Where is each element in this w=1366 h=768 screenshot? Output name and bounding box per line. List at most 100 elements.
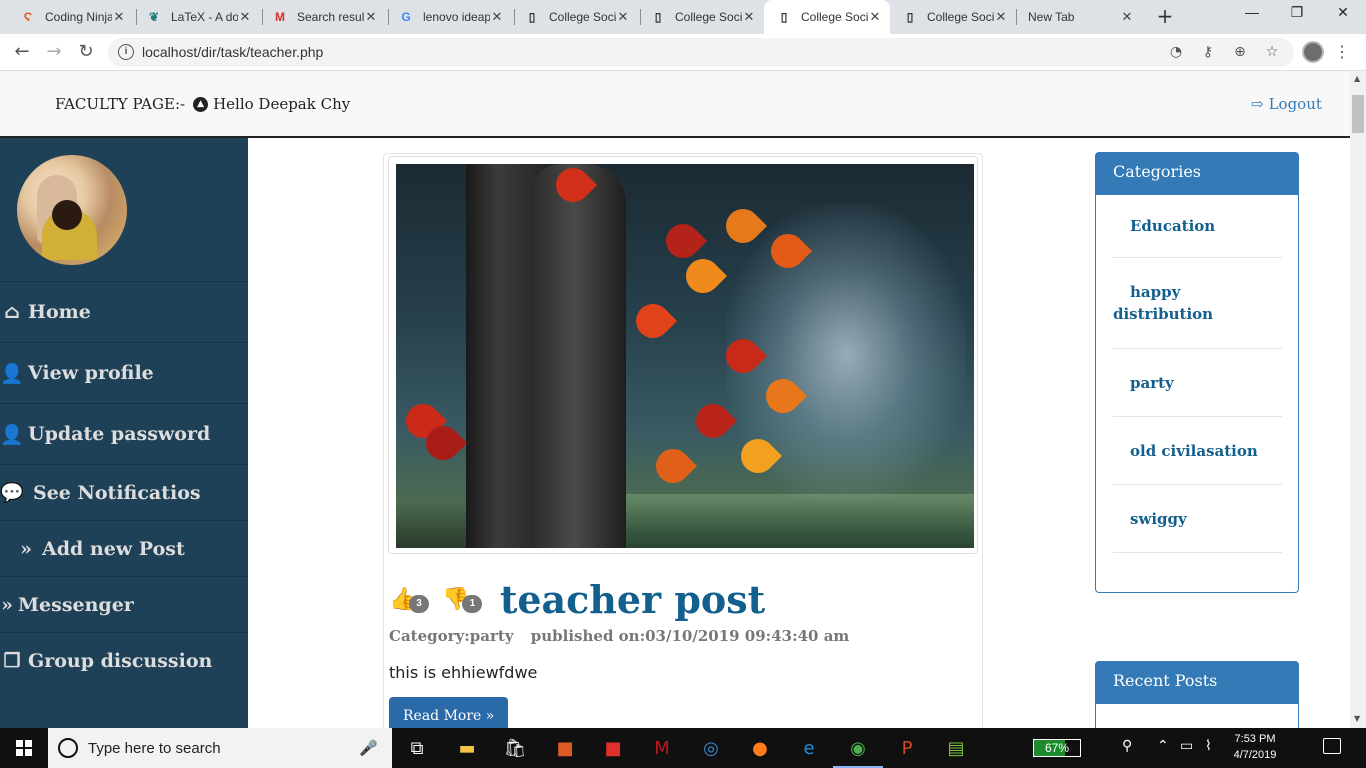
profile-avatar[interactable] <box>1302 41 1324 63</box>
scroll-down-icon[interactable]: ▼ <box>1354 714 1360 723</box>
category-link[interactable]: party <box>1113 349 1282 417</box>
close-tab-icon[interactable]: ✕ <box>238 9 252 25</box>
page-header: FACULTY PAGE:- ▲ Hello Deepak Chy ⇨ Logo… <box>0 71 1350 138</box>
post-meta: Category:party published on:03/10/2019 0… <box>389 627 849 645</box>
people-icon[interactable]: ⚲ <box>1122 738 1132 754</box>
recent-posts-panel: Recent Posts <box>1095 661 1299 728</box>
close-tab-icon[interactable]: ✕ <box>616 9 630 25</box>
battery-indicator[interactable]: 67% <box>1033 739 1081 757</box>
info-icon[interactable]: i <box>118 44 134 60</box>
microphone-icon[interactable]: 🎤 <box>359 739 378 757</box>
greeting-text: Hello Deepak Chy <box>213 95 351 113</box>
key-icon[interactable]: ⚷ <box>1198 42 1218 62</box>
category-link[interactable]: old civilasation <box>1113 417 1282 485</box>
browser-tab-active[interactable]: ▯ College Social ✕ <box>764 0 890 34</box>
dislike-button[interactable]: 👎 1 <box>442 587 483 613</box>
profile-photo <box>17 155 127 265</box>
bookmark-star-icon[interactable]: ☆ <box>1262 42 1282 62</box>
scrollbar-thumb[interactable] <box>1352 95 1364 133</box>
tab-title: Coding Ninjas <box>45 10 112 24</box>
app-icon[interactable]: ■ <box>550 734 580 762</box>
taskbar-clock[interactable]: 7:53 PM 4/7/2019 <box>1230 731 1280 763</box>
close-tab-icon[interactable]: ✕ <box>364 9 378 25</box>
sidebar-item-home[interactable]: ⌂ Home <box>0 281 248 342</box>
coding-ninjas-icon: Ϛ <box>23 10 33 24</box>
browser-tab[interactable]: Ϛ Coding Ninjas ✕ <box>8 0 134 34</box>
browser-tab[interactable]: ▯ College Social ✕ <box>638 0 764 34</box>
cookie-blocked-icon[interactable]: ◔ <box>1166 42 1186 62</box>
sidebar-item-view-profile[interactable]: 👤 View profile <box>0 342 248 403</box>
edge-icon[interactable]: e <box>794 734 824 762</box>
sidebar-item-messenger[interactable]: » Messenger <box>0 576 248 632</box>
start-button[interactable] <box>0 728 48 768</box>
store-icon[interactable]: 🛍 <box>500 734 530 762</box>
browser-tab[interactable]: ❦ LaTeX - A document ✕ <box>134 0 260 34</box>
close-tab-icon[interactable]: ✕ <box>994 9 1008 25</box>
close-tab-icon[interactable]: ✕ <box>112 9 126 25</box>
close-tab-icon[interactable]: ✕ <box>742 9 756 25</box>
sidebar-item-update-password[interactable]: 👤 Update password <box>0 403 248 464</box>
restore-button[interactable]: ❐ <box>1277 4 1317 28</box>
firefox-icon[interactable]: ● <box>745 734 775 762</box>
address-bar[interactable]: i localhost/dir/task/teacher.php ◔ ⚷ ⊕ ☆ <box>108 38 1294 67</box>
minimize-button[interactable]: — <box>1232 4 1272 28</box>
browser-tab[interactable]: G lenovo ideapad ✕ <box>386 0 512 34</box>
close-window-button[interactable]: ✕ <box>1323 4 1363 28</box>
page-scrollbar[interactable]: ▲ ▼ <box>1350 71 1366 728</box>
app-icon[interactable]: ■ <box>598 734 628 762</box>
sidebar-item-group-discussion[interactable]: ❐ Group discussion <box>0 632 248 688</box>
like-button[interactable]: 👍 3 <box>389 587 429 613</box>
zoom-icon[interactable]: ⊕ <box>1230 42 1250 62</box>
browser-tab[interactable]: ▯ College Social ✕ <box>890 0 1016 34</box>
chevron-up-icon[interactable]: ⌃ <box>1157 738 1169 754</box>
photo-figure <box>52 200 82 230</box>
tab-title: College Social <box>675 10 742 24</box>
browser-tab[interactable]: New Tab ✕ <box>1016 0 1142 34</box>
post-image-frame <box>388 156 978 554</box>
wifi-icon[interactable]: ⌇ <box>1205 738 1212 754</box>
scroll-up-icon[interactable]: ▲ <box>1354 74 1360 83</box>
cortana-icon <box>58 738 78 758</box>
category-link[interactable]: happy distribution <box>1113 258 1282 349</box>
read-more-button[interactable]: Read More » <box>389 697 509 728</box>
taskbar-search[interactable]: Type here to search 🎤 <box>48 728 392 768</box>
user-icon: 👤 <box>0 362 24 385</box>
action-center-icon[interactable] <box>1323 738 1341 754</box>
reload-button[interactable]: ↻ <box>74 41 98 65</box>
category-link[interactable]: swiggy <box>1113 485 1282 553</box>
back-button[interactable]: ← <box>10 41 34 65</box>
categories-panel: Categories Education happy distribution … <box>1095 152 1299 593</box>
tab-title: LaTeX - A document <box>171 10 238 24</box>
post-image <box>396 164 974 548</box>
app-icon[interactable]: ◎ <box>696 734 726 762</box>
close-tab-icon[interactable]: ✕ <box>490 9 504 25</box>
battery-icon[interactable]: ▭ <box>1180 738 1193 754</box>
task-view-icon[interactable]: ⧉ <box>402 734 432 762</box>
browser-tab[interactable]: ▯ College Social ✕ <box>512 0 638 34</box>
browser-tab[interactable]: M Search results ✕ <box>260 0 386 34</box>
browser-menu-icon[interactable]: ⋮ <box>1334 42 1350 62</box>
image-tree-trunk <box>531 164 626 548</box>
close-tab-icon[interactable]: ✕ <box>1120 9 1134 25</box>
mcafee-icon[interactable]: M <box>647 734 677 762</box>
category-link[interactable]: Education <box>1113 195 1282 258</box>
sidebar-item-label: Group discussion <box>28 649 213 672</box>
close-tab-icon[interactable]: ✕ <box>868 9 882 25</box>
categories-list: Education happy distribution party old c… <box>1113 195 1282 553</box>
chrome-icon[interactable]: ◉ <box>833 734 883 768</box>
new-tab-button[interactable]: + <box>1154 6 1176 28</box>
post-body: this is ehhiewfdwe <box>389 663 538 682</box>
sidebar-item-label: Home <box>28 301 91 323</box>
forward-button[interactable]: → <box>42 41 66 65</box>
app-icon[interactable]: ▤ <box>941 734 971 762</box>
file-explorer-icon[interactable]: ▬ <box>452 734 482 762</box>
sidebar-item-label: Update password <box>28 423 211 445</box>
sidebar-item-add-new-post[interactable]: » Add new Post <box>0 520 248 576</box>
logout-link[interactable]: ⇨ Logout <box>1251 95 1322 113</box>
dislike-count: 1 <box>462 594 483 613</box>
powerpoint-icon[interactable]: P <box>892 734 922 762</box>
tab-title: College Social <box>927 10 994 24</box>
page-icon: ▯ <box>528 10 536 24</box>
user-circle-icon: ▲ <box>193 96 209 112</box>
sidebar-item-notifications[interactable]: 💬 See Notificatios <box>0 464 248 520</box>
